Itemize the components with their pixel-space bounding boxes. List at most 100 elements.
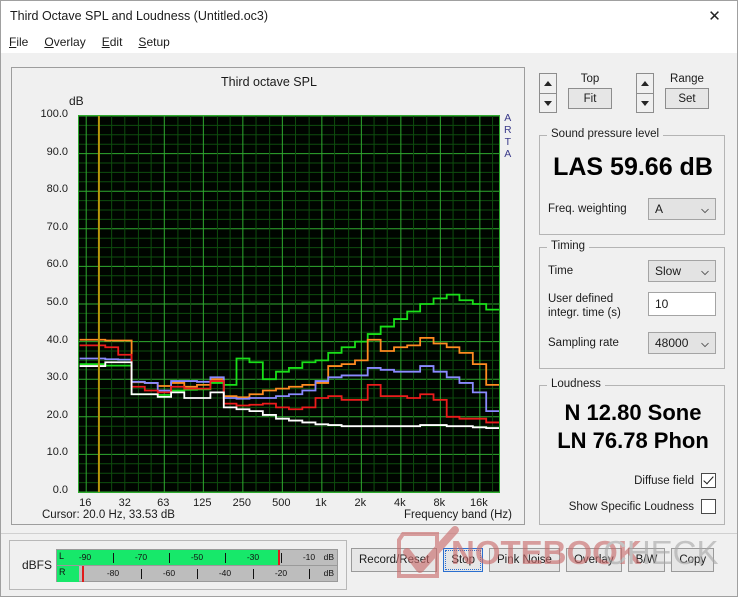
- y-axis-unit-label: dB: [69, 94, 84, 108]
- integration-time-input[interactable]: 10: [648, 292, 716, 316]
- range-set-button[interactable]: Set: [665, 88, 709, 109]
- meter-channel-right: R: [59, 567, 66, 577]
- meter-tick-label: -80: [106, 568, 120, 578]
- meter-tick-label: -40: [218, 568, 232, 578]
- timing-group-legend: Timing: [547, 240, 590, 252]
- chevron-down-icon: [701, 270, 709, 276]
- title-bar: Third Octave SPL and Loudness (Untitled.…: [1, 1, 737, 31]
- top-label: Top: [580, 73, 600, 85]
- spl-plot-svg: [79, 116, 499, 492]
- meter-channel-left: L: [59, 551, 65, 561]
- menu-bar: File Overlay Edit Setup: [1, 31, 737, 53]
- meter-tick-mark: [336, 553, 337, 563]
- meter-tick-mark: [280, 553, 282, 563]
- y-tick-label: 50.0: [46, 296, 68, 308]
- y-tick-label: 100.0: [40, 108, 68, 120]
- integration-time-row: User defined integr. time (s) 10: [548, 292, 718, 320]
- spl-plot-area[interactable]: [78, 115, 500, 493]
- meter-tick-mark: [196, 569, 198, 579]
- loudness-group: Loudness N 12.80 Sone LN 76.78 Phon Diff…: [539, 378, 725, 525]
- spl-group-legend: Sound pressure level: [547, 128, 664, 140]
- meter-tick-label: -20: [274, 568, 288, 578]
- meter-unit-left: dB: [323, 552, 334, 562]
- time-value: Slow: [655, 264, 682, 278]
- range-spinner-up[interactable]: [636, 73, 654, 93]
- spl-value: LAS 59.66 dB: [553, 153, 713, 181]
- x-tick-label: 16: [79, 497, 92, 509]
- meter-tick-mark: [140, 569, 142, 579]
- dbfs-label: dBFS: [22, 558, 53, 572]
- main-body: Third octave SPL dB ARTA 100.0 90.0 80.0 70…: [1, 53, 737, 533]
- close-icon[interactable]: ✕: [692, 1, 737, 30]
- y-tick-label: 10.0: [46, 446, 68, 459]
- y-tick-label: 40.0: [46, 333, 68, 346]
- button-overlay[interactable]: Overlay: [565, 548, 622, 572]
- y-tick-label: 30.0: [46, 371, 68, 384]
- button-pink-noise[interactable]: Pink Noise: [488, 548, 560, 572]
- specific-loudness-row[interactable]: Show Specific Loudness: [540, 499, 716, 514]
- x-tick-label: 2k: [354, 497, 367, 509]
- freq-weighting-select[interactable]: A: [648, 198, 716, 220]
- freq-weighting-value: A: [655, 202, 664, 216]
- time-select[interactable]: Slow: [648, 260, 716, 282]
- top-spinner-up[interactable]: [539, 73, 557, 93]
- x-tick-label: 63: [157, 497, 170, 509]
- sound-pressure-level-group: Sound pressure level LAS 59.66 dB Freq. …: [539, 128, 725, 235]
- meter-tick-label: -30: [246, 552, 260, 562]
- loudness-group-legend: Loudness: [547, 378, 605, 390]
- meter-row-right: R dB -80 -60 -40 -20: [57, 566, 337, 582]
- loudness-phon-value: LN 76.78 Phon: [557, 428, 709, 453]
- x-tick-label: 250: [232, 497, 252, 509]
- arta-window: Third Octave SPL and Loudness (Untitled.…: [0, 0, 738, 597]
- action-button-row: Record/Reset Stop Pink Noise Overlay B/W Copy: [351, 548, 720, 572]
- button-record-reset[interactable]: Record/Reset: [351, 548, 438, 572]
- menu-item-setup[interactable]: Setup: [138, 35, 169, 49]
- meter-tick-label: -70: [134, 552, 148, 562]
- y-tick-label: 0.0: [52, 484, 68, 496]
- meter-tick-mark: [168, 553, 170, 563]
- right-control-panel: Top Fit Range Set Sound pressure level L…: [535, 67, 727, 525]
- x-tick-label: 16k: [469, 497, 488, 509]
- button-copy[interactable]: Copy: [671, 548, 715, 572]
- sampling-rate-label: Sampling rate: [548, 337, 619, 349]
- range-spinner[interactable]: [636, 73, 654, 113]
- range-control-group: Range Set: [636, 73, 711, 113]
- sampling-rate-select[interactable]: 48000: [648, 332, 716, 354]
- level-meter[interactable]: L dB -90 -70 -50 -30 -10 R dB -80 -60 -40 -20: [56, 549, 338, 582]
- chevron-down-icon: [701, 342, 709, 348]
- time-row: Time Slow: [548, 260, 718, 282]
- x-axis-title: Frequency band (Hz): [403, 509, 512, 521]
- top-spinner[interactable]: [539, 73, 557, 113]
- range-spinner-down[interactable]: [636, 93, 654, 113]
- timing-group: Timing Time Slow User defined integr. ti…: [539, 240, 725, 369]
- top-control-group: Top Fit: [539, 73, 614, 113]
- meter-row-left: L dB -90 -70 -50 -30 -10: [57, 550, 337, 566]
- level-meter-frame: dBFS L dB -90 -70 -50 -30 -10 R dB -80 -60 -40…: [9, 540, 347, 590]
- top-fit-button[interactable]: Fit: [568, 88, 612, 109]
- window-title: Third Octave SPL and Loudness (Untitled.…: [10, 9, 269, 23]
- arta-brand-label: ARTA: [504, 112, 512, 160]
- meter-tick-label: -10: [302, 552, 316, 562]
- meter-unit-right: dB: [323, 568, 334, 578]
- y-tick-label: 90.0: [46, 145, 68, 158]
- diffuse-field-label: Diffuse field: [634, 474, 694, 487]
- specific-loudness-checkbox[interactable]: [701, 499, 716, 514]
- menu-item-file[interactable]: File: [9, 35, 28, 49]
- button-b-w[interactable]: B/W: [627, 548, 666, 572]
- menu-item-edit[interactable]: Edit: [102, 35, 123, 49]
- diffuse-field-checkbox[interactable]: [701, 473, 716, 488]
- x-tick-label: 500: [272, 497, 291, 509]
- range-label: Range: [670, 73, 704, 85]
- button-stop[interactable]: Stop: [443, 548, 483, 572]
- chevron-down-icon: [701, 208, 709, 214]
- x-tick-label: 8k: [433, 497, 446, 509]
- chart-title: Third octave SPL: [221, 75, 317, 89]
- top-spinner-down[interactable]: [539, 93, 557, 113]
- y-tick-label: 60.0: [46, 258, 68, 271]
- meter-tick-mark: [252, 569, 254, 579]
- diffuse-field-row[interactable]: Diffuse field: [540, 473, 716, 488]
- sampling-rate-row: Sampling rate 48000: [548, 332, 718, 354]
- sampling-rate-value: 48000: [655, 336, 689, 350]
- integr-label-line1: User defined: [548, 293, 614, 305]
- menu-item-overlay[interactable]: Overlay: [44, 35, 85, 49]
